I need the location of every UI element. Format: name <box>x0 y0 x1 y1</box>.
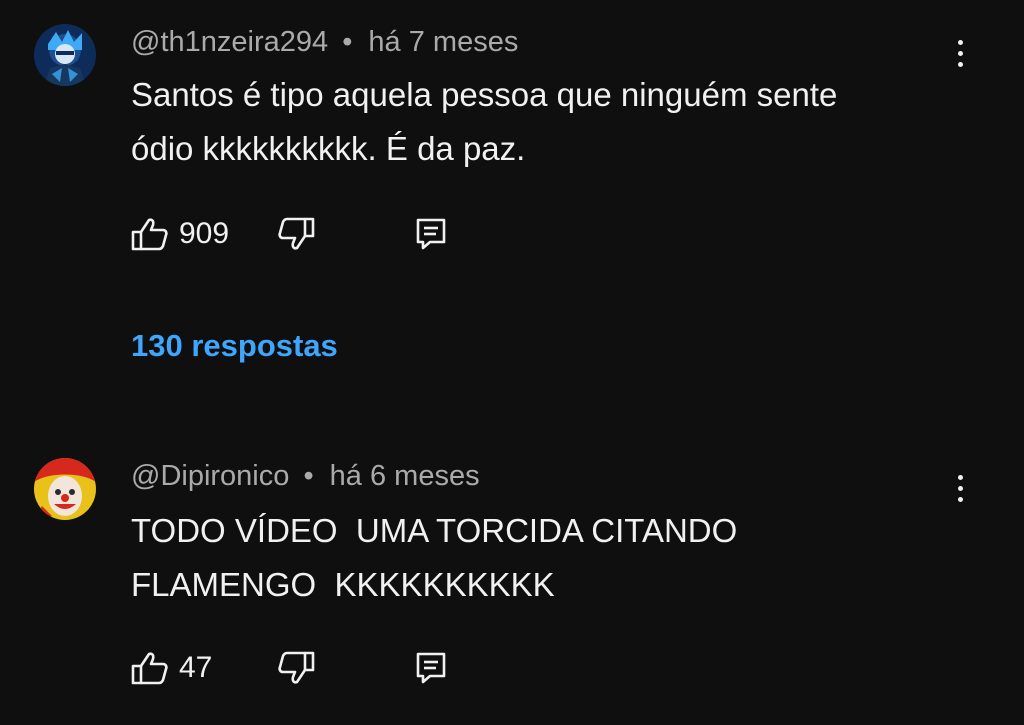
comment-text-line: TODO VÍDEO UMA TORCIDA CITANDO <box>131 512 738 549</box>
avatar[interactable] <box>34 458 96 520</box>
dislike-button[interactable] <box>277 214 315 254</box>
thumbs-down-icon <box>278 651 315 684</box>
reply-button[interactable] <box>414 648 448 688</box>
avatar[interactable] <box>34 24 96 86</box>
comment-text: Santos é tipo aquela pessoa que ninguém … <box>131 68 951 176</box>
comment-text-line: FLAMENGO KKKKKKKKKK <box>131 566 555 603</box>
author-handle[interactable]: @Dipironico <box>131 460 289 492</box>
comment-text-line: ódio kkkkkkkkkk. É da paz. <box>131 130 526 167</box>
thumbs-up-icon <box>131 652 168 685</box>
comment-time[interactable]: há 6 meses <box>330 460 480 492</box>
like-count: 909 <box>179 217 230 250</box>
comment-item: @Dipironico • há 6 meses TODO VÍDEO UMA … <box>0 430 1024 725</box>
like-count: 47 <box>179 651 213 684</box>
thumbs-down-icon <box>278 217 315 250</box>
comment-meta: @th1nzeira294 • há 7 meses <box>131 26 518 59</box>
meta-separator: • <box>342 26 353 58</box>
comment-meta: @Dipironico • há 6 meses <box>131 460 480 493</box>
more-vert-icon[interactable] <box>944 468 976 508</box>
dislike-button[interactable] <box>277 648 315 688</box>
comment-item: @th1nzeira294 • há 7 meses Santos é tipo… <box>0 0 1024 430</box>
comment-time[interactable]: há 7 meses <box>368 26 518 58</box>
reply-button[interactable] <box>414 214 448 254</box>
avatar-image <box>34 24 96 86</box>
view-replies-link[interactable]: 130 respostas <box>131 328 338 364</box>
author-handle[interactable]: @th1nzeira294 <box>131 26 328 58</box>
thumbs-up-icon <box>131 218 168 251</box>
meta-separator: • <box>303 460 314 492</box>
comment-actions: 909 <box>131 214 471 254</box>
comment-text: TODO VÍDEO UMA TORCIDA CITANDO FLAMENGO … <box>131 504 951 612</box>
avatar-image <box>34 458 96 520</box>
like-button[interactable]: 909 <box>131 214 229 254</box>
reply-comment-icon <box>416 652 446 684</box>
reply-comment-icon <box>416 218 446 250</box>
like-button[interactable]: 47 <box>131 648 212 688</box>
more-vert-icon[interactable] <box>944 33 976 73</box>
comment-text-line: Santos é tipo aquela pessoa que ninguém … <box>131 76 838 113</box>
comment-actions: 47 <box>131 648 471 688</box>
